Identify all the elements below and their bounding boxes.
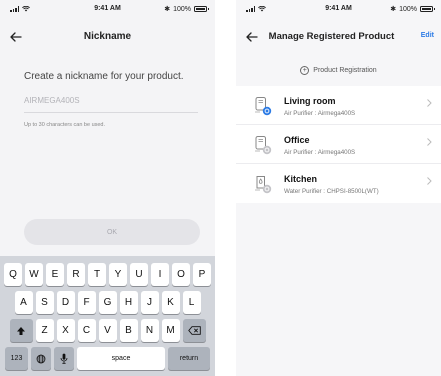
battery-percent: 100%	[399, 5, 417, 13]
product-item-living-room[interactable]: Living room Air Purifier : Airmega400S	[236, 86, 441, 125]
key-d[interactable]: D	[56, 291, 75, 314]
key-z[interactable]: Z	[35, 319, 54, 342]
key-y[interactable]: Y	[109, 263, 127, 286]
key-k[interactable]: K	[161, 291, 180, 314]
keyboard-row-4: 123 space return	[0, 347, 215, 370]
nickname-prompt: Create a nickname for your product.	[24, 71, 184, 82]
microphone-icon	[60, 353, 68, 364]
water-purifier-icon	[255, 176, 272, 194]
product-item-office[interactable]: Office Air Purifier : Airmega400S	[236, 125, 441, 164]
key-b[interactable]: B	[119, 319, 138, 342]
shift-key[interactable]	[9, 319, 33, 342]
plus-circle-icon: +	[300, 66, 310, 75]
key-h[interactable]: H	[119, 291, 138, 314]
chevron-right-icon	[427, 99, 432, 107]
status-dot	[262, 145, 272, 155]
key-x[interactable]: X	[56, 319, 75, 342]
page-title: Manage Registered Product	[268, 31, 395, 42]
ok-button[interactable]: OK	[24, 219, 200, 245]
battery-icon	[194, 6, 209, 12]
nickname-screen: 9:41 AM ✱ 100% Nickname Create a nicknam…	[0, 0, 215, 376]
chevron-right-icon	[427, 177, 432, 185]
key-r[interactable]: R	[67, 263, 85, 286]
shift-icon	[17, 326, 25, 335]
product-type: Air Purifier : Airmega400S	[284, 110, 356, 117]
air-purifier-icon	[255, 97, 272, 116]
product-name: Kitchen	[284, 174, 318, 184]
numbers-key[interactable]: 123	[5, 347, 28, 370]
backspace-icon	[187, 326, 201, 335]
product-item-kitchen[interactable]: Kitchen Water Purifier : CHPSI-8500L(WT)	[236, 164, 441, 203]
key-m[interactable]: M	[161, 319, 180, 342]
battery-percent: 100%	[173, 5, 191, 13]
product-type: Water Purifier : CHPSI-8500L(WT)	[284, 188, 379, 195]
key-w[interactable]: W	[25, 263, 43, 286]
nickname-hint: Up to 30 characters can be used.	[24, 122, 106, 128]
key-a[interactable]: A	[14, 291, 33, 314]
product-type: Air Purifier : Airmega400S	[284, 149, 356, 156]
edit-button[interactable]: Edit	[421, 32, 434, 39]
keyboard-row-3: Z X C V B N M	[0, 319, 215, 342]
chevron-right-icon	[427, 138, 432, 146]
globe-key[interactable]	[31, 347, 51, 370]
keyboard-row-2: A S D F G H J K L	[0, 291, 215, 314]
bluetooth-icon: ✱	[164, 6, 171, 13]
dictation-key[interactable]	[54, 347, 74, 370]
key-j[interactable]: J	[140, 291, 159, 314]
space-key[interactable]: space	[77, 347, 165, 370]
status-bar: 9:41 AM ✱ 100%	[0, 0, 215, 18]
air-purifier-icon	[255, 136, 272, 155]
product-name: Office	[284, 135, 310, 145]
status-bar: 9:41 AM ✱ 100%	[236, 0, 441, 18]
product-registration-label: Product Registration	[313, 67, 377, 74]
globe-icon	[36, 354, 46, 363]
status-dot	[262, 184, 272, 194]
bluetooth-icon: ✱	[390, 6, 397, 13]
return-key[interactable]: return	[168, 347, 210, 370]
key-p[interactable]: P	[193, 263, 211, 286]
product-name: Living room	[284, 96, 336, 106]
keyboard-row-1: Q W E R T Y U I O P	[0, 263, 215, 286]
page-title: Nickname	[83, 31, 132, 42]
key-e[interactable]: E	[46, 263, 64, 286]
key-v[interactable]: V	[98, 319, 117, 342]
delete-key[interactable]	[182, 319, 206, 342]
key-q[interactable]: Q	[4, 263, 22, 286]
key-l[interactable]: L	[182, 291, 201, 314]
key-u[interactable]: U	[130, 263, 148, 286]
key-g[interactable]: G	[98, 291, 117, 314]
key-o[interactable]: O	[172, 263, 190, 286]
nickname-input[interactable]	[24, 93, 198, 113]
battery-icon	[420, 6, 435, 12]
product-registration-button[interactable]: + Product Registration	[236, 66, 441, 75]
nav-bar: Manage Registered Product Edit	[236, 22, 441, 52]
status-dot	[262, 106, 272, 116]
key-t[interactable]: T	[88, 263, 106, 286]
key-i[interactable]: I	[151, 263, 169, 286]
key-s[interactable]: S	[35, 291, 54, 314]
manage-products-screen: 9:41 AM ✱ 100% Manage Registered Product…	[236, 0, 441, 376]
key-f[interactable]: F	[77, 291, 96, 314]
keyboard: Q W E R T Y U I O P A S D F G H J K L Z	[0, 256, 215, 376]
key-c[interactable]: C	[77, 319, 96, 342]
product-list: Living room Air Purifier : Airmega400S O…	[236, 86, 441, 203]
key-n[interactable]: N	[140, 319, 159, 342]
nav-bar: Nickname	[0, 22, 215, 52]
